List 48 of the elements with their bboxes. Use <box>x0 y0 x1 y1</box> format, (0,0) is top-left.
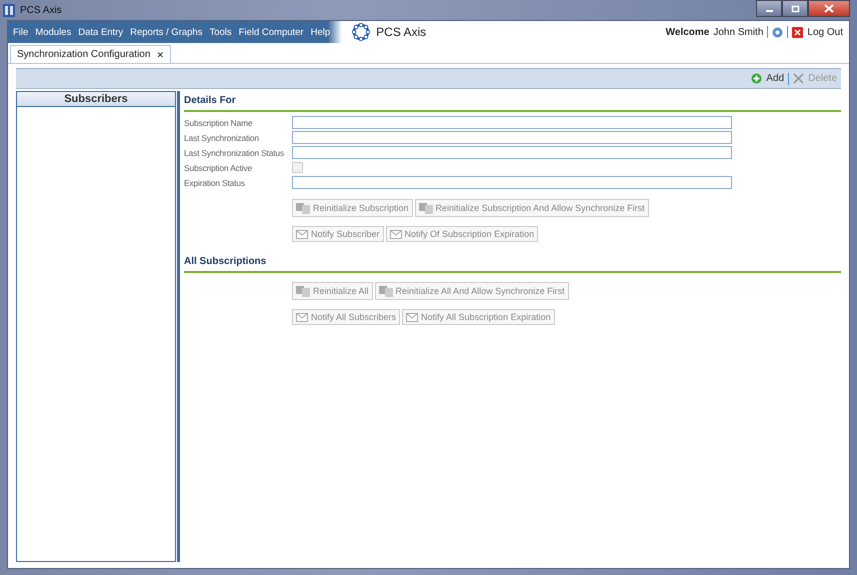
field-label: Expiration Status <box>184 178 246 188</box>
field-label: Subscription Active <box>184 162 254 172</box>
close-icon <box>824 4 834 13</box>
input-field[interactable] <box>292 146 732 159</box>
envelope-icon <box>296 230 308 238</box>
section-title: Details For <box>184 95 841 112</box>
minimize-button[interactable] <box>756 0 782 17</box>
menu-item[interactable]: Field Computer <box>238 26 304 38</box>
welcome-label: Welcome <box>666 26 710 38</box>
menu-item[interactable]: Reports / Graphs <box>130 26 202 38</box>
logout-icon[interactable] <box>792 26 804 38</box>
pages-icon <box>378 285 393 297</box>
add-button[interactable]: Add <box>751 73 784 84</box>
logout-link[interactable]: Log Out <box>807 26 843 38</box>
menu-item[interactable]: File <box>13 26 28 38</box>
input-field[interactable] <box>292 131 732 144</box>
section-title: All Subscriptions <box>184 256 841 273</box>
menu-item[interactable]: Help <box>310 26 330 38</box>
field-label: Last Synchronization <box>184 132 260 142</box>
pages-icon <box>296 202 310 214</box>
maximize-icon <box>790 4 800 12</box>
splitter-handle[interactable] <box>177 91 180 562</box>
close-button[interactable] <box>808 0 850 17</box>
checkbox[interactable] <box>292 162 303 173</box>
input-field[interactable] <box>292 116 732 129</box>
user-name: John Smith <box>713 26 764 38</box>
envelope-icon <box>296 312 308 322</box>
tab[interactable]: Synchronization Configuration ✕ <box>10 45 172 63</box>
tab-close-button[interactable]: ✕ <box>156 50 164 60</box>
logo-icon <box>352 23 370 41</box>
menu-item[interactable]: Tools <box>209 26 232 38</box>
pages-icon <box>418 202 433 214</box>
panel-header: Subscribers <box>17 92 175 107</box>
help-icon[interactable] <box>772 26 784 38</box>
field-label: Subscription Name <box>184 118 254 128</box>
app-icon <box>3 4 15 16</box>
menu-item[interactable]: Data Entry <box>78 26 124 38</box>
brand-name: PCS Axis <box>376 25 426 39</box>
menu-item[interactable]: Modules <box>35 26 72 38</box>
envelope-icon <box>406 312 418 322</box>
cross-icon <box>793 73 804 84</box>
input-field[interactable] <box>292 176 732 189</box>
field-label: Last Synchronization Status <box>184 148 285 158</box>
maximize-button[interactable] <box>782 0 808 17</box>
envelope-icon <box>390 230 402 238</box>
plus-icon <box>751 73 762 84</box>
pages-icon <box>296 285 310 297</box>
window-title: PCS Axis <box>20 4 62 16</box>
